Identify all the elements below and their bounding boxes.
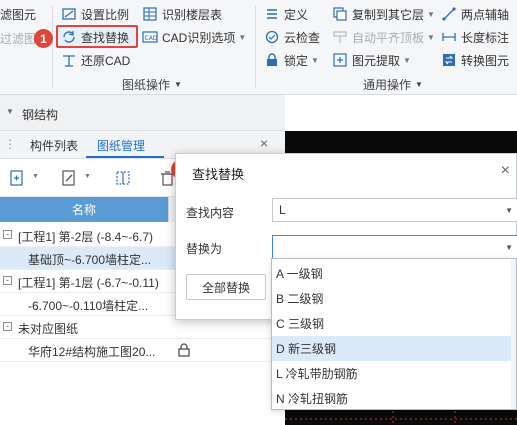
close-icon[interactable]: × [260, 135, 268, 151]
row-divider [0, 361, 285, 362]
chevron-down-icon: ▼ [403, 55, 411, 65]
component-type-bar: ▼ 钢结构 [0, 95, 285, 131]
tab-drawing-management[interactable]: 图纸管理 [97, 137, 145, 154]
find-input[interactable]: L ▼ [272, 198, 517, 222]
column-header-name[interactable]: 名称 [0, 197, 168, 222]
add-drawing-icon[interactable] [6, 168, 28, 188]
chevron-down-icon[interactable]: ▼ [32, 173, 39, 180]
tree-row[interactable]: 华府12#结构施工图20... [0, 339, 285, 361]
cad-identify-options-button[interactable]: CAD CAD识别选项 ▼ [142, 27, 246, 47]
table-icon [142, 6, 158, 22]
close-icon[interactable]: × [501, 162, 510, 180]
convert-icon [441, 52, 457, 68]
active-tab-indicator [86, 156, 164, 158]
convert-element-button[interactable]: 转换图元 [441, 50, 509, 70]
replace-label: 替换为 [186, 242, 223, 256]
svg-text:CAD: CAD [145, 35, 158, 42]
replace-input[interactable]: ▼ [272, 235, 517, 259]
find-value: L [279, 203, 286, 217]
define-button[interactable]: 定义 [264, 4, 308, 24]
dropdown-option-highlighted[interactable]: D 新三级钢 [272, 336, 516, 361]
auto-align-slab-button[interactable]: 自动平齐顶板 ▼ [332, 27, 435, 47]
chevron-down-icon[interactable]: ▼ [505, 243, 513, 252]
length-dimension-button[interactable]: 长度标注 [441, 27, 509, 47]
dimension-icon [441, 29, 457, 45]
split-drawing-icon[interactable] [112, 168, 134, 188]
extract-element-button[interactable]: 图元提取 ▼ [332, 50, 411, 70]
dropdown-option[interactable]: N 冷轧扭钢筋 [272, 386, 516, 411]
copy-icon [332, 6, 348, 22]
list-icon [264, 6, 280, 22]
filter-element-button[interactable]: 滤图元 [0, 4, 36, 24]
chevron-down-icon: ▼ [238, 32, 247, 42]
scale-icon [61, 6, 77, 22]
drag-handle-icon[interactable]: ⋮ [4, 137, 16, 151]
collapse-toggle[interactable]: - [3, 230, 12, 239]
tree-row-label: [工程1] 第-1层 (-6.7~-0.11) [18, 276, 159, 290]
collapse-toggle[interactable]: - [3, 276, 12, 285]
ribbon: 滤图元 过滤图元 设置比例 查找替换 还原CAD 1 识别楼层表 CAD CAD… [0, 0, 517, 95]
tree-row-label: 华府12#结构施工图20... [28, 345, 156, 359]
chevron-down-icon[interactable]: ▼ [505, 206, 513, 215]
chevron-down-icon: ▼ [427, 9, 435, 19]
replace-options-dropdown: A 一级钢 B 二级钢 C 三级钢 D 新三级钢 L 冷轧带肋钢筋 N 冷轧扭钢… [271, 258, 517, 410]
extract-icon [332, 52, 348, 68]
collapse-toggle[interactable]: - [3, 322, 12, 331]
dropdown-option[interactable]: B 二级钢 [272, 286, 516, 311]
tree-row-label: 未对应图纸 [18, 322, 79, 336]
scrollbar[interactable] [511, 259, 516, 409]
identify-floor-table-button[interactable]: 识别楼层表 [142, 4, 222, 24]
ribbon-divider [255, 6, 256, 88]
lock-icon[interactable] [178, 343, 190, 357]
axis-icon [441, 6, 457, 22]
dropdown-option[interactable]: A 一级钢 [272, 261, 516, 286]
chevron-down-icon: ▼ [174, 80, 182, 89]
find-label: 查找内容 [186, 206, 235, 220]
chevron-down-icon: ▼ [427, 32, 435, 42]
structure-type-label[interactable]: 钢结构 [22, 106, 58, 123]
copy-to-other-floors-button[interactable]: 复制到其它层 ▼ [332, 4, 435, 24]
align-icon [332, 29, 348, 45]
dropdown-option[interactable]: L 冷轧带肋钢筋 [272, 361, 516, 386]
lock-button[interactable]: 锁定 ▼ [264, 50, 319, 70]
tree-row-label: [工程1] 第-2层 (-8.4~-6.7) [18, 230, 154, 244]
restore-cad-button[interactable]: 还原CAD [61, 50, 130, 70]
tree-row-label: -6.700~-0.110墙柱定... [28, 299, 149, 313]
step-badge-1: 1 [34, 29, 53, 48]
cad-icon: CAD [142, 29, 158, 45]
two-point-axis-button[interactable]: 两点辅轴 [441, 4, 509, 24]
chevron-down-icon[interactable]: ▼ [6, 107, 14, 116]
chevron-down-icon[interactable]: ▼ [84, 173, 91, 180]
chevron-down-icon: ▼ [311, 55, 319, 65]
tab-component-list[interactable]: 构件列表 [30, 137, 78, 154]
dialog-title: 查找替换 [192, 167, 245, 182]
tree-row-label: 基础顶~-6.700墙柱定... [28, 253, 152, 267]
cloud-icon [264, 29, 280, 45]
dropdown-option[interactable]: C 三级钢 [272, 311, 516, 336]
group-general-ops[interactable]: 通用操作 ▼ [363, 76, 423, 93]
replace-all-button[interactable]: 全部替换 [186, 274, 266, 300]
group-drawing-ops[interactable]: 图纸操作 ▼ [122, 76, 182, 93]
find-replace-icon [61, 29, 77, 45]
edit-drawing-icon[interactable] [58, 168, 80, 188]
set-scale-button[interactable]: 设置比例 [61, 4, 129, 24]
ribbon-divider [52, 6, 53, 88]
find-replace-button[interactable]: 查找替换 [61, 27, 129, 47]
cloud-check-button[interactable]: 云检查 [264, 27, 320, 47]
restore-icon [61, 52, 77, 68]
lock-icon [264, 52, 280, 68]
chevron-down-icon: ▼ [415, 80, 423, 89]
